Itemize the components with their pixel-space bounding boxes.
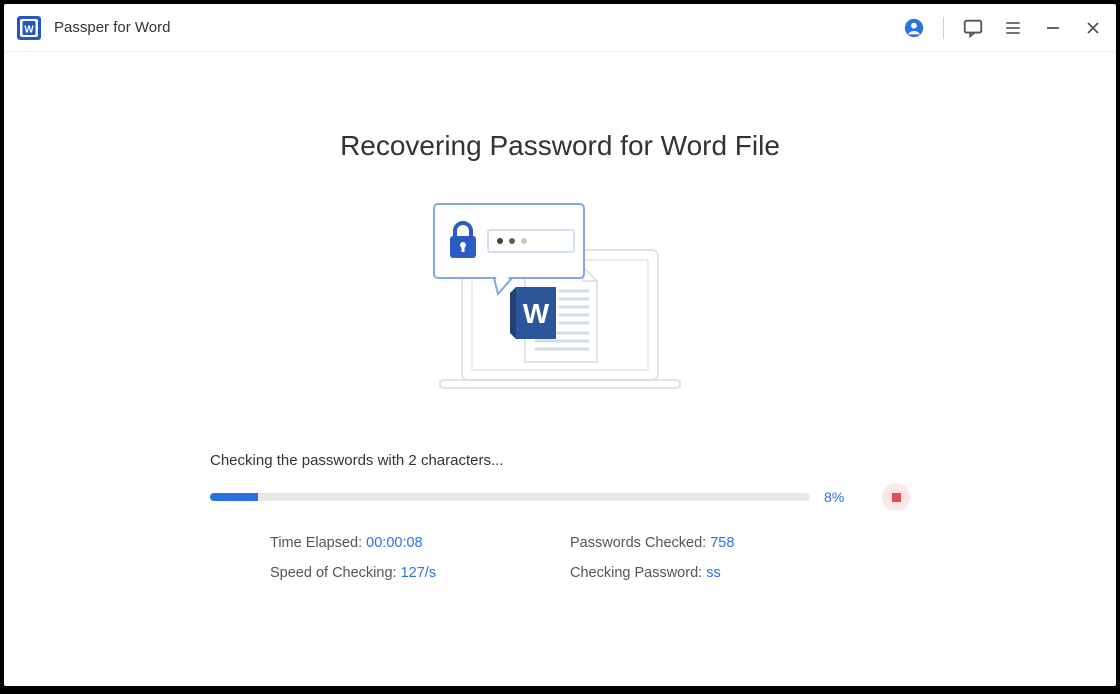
progress-fill (210, 493, 258, 501)
stat-speed: Speed of Checking: 127/s (270, 565, 570, 581)
titlebar-left: W Passper for Word (16, 15, 170, 41)
stat-time-elapsed: Time Elapsed: 00:00:08 (270, 535, 570, 551)
minimize-button[interactable] (1042, 17, 1064, 39)
current-password-value: ss (706, 565, 721, 581)
progress-row: 8% (210, 483, 910, 511)
titlebar-divider (943, 17, 944, 39)
titlebar-right (903, 17, 1104, 39)
page-title: Recovering Password for Word File (340, 130, 780, 162)
progress-bar (210, 493, 810, 501)
app-window: W Passper for Word (4, 4, 1116, 686)
stop-button[interactable] (882, 483, 910, 511)
time-elapsed-label: Time Elapsed: (270, 535, 366, 551)
account-icon[interactable] (903, 17, 925, 39)
current-password-label: Checking Password: (570, 565, 706, 581)
titlebar: W Passper for Word (4, 4, 1116, 52)
stop-icon (892, 493, 901, 502)
status-text: Checking the passwords with 2 characters… (210, 452, 910, 469)
app-logo-icon: W (16, 15, 42, 41)
time-elapsed-value: 00:00:08 (366, 535, 422, 551)
stat-current-password: Checking Password: ss (570, 565, 870, 581)
passwords-checked-value: 758 (710, 535, 734, 551)
speed-label: Speed of Checking: (270, 565, 401, 581)
progress-percent: 8% (824, 489, 854, 505)
speed-value: 127/s (401, 565, 436, 581)
recovery-illustration: W (410, 202, 710, 402)
close-button[interactable] (1082, 17, 1104, 39)
svg-text:W: W (523, 298, 550, 329)
app-title: Passper for Word (54, 19, 170, 36)
feedback-icon[interactable] (962, 17, 984, 39)
stat-passwords-checked: Passwords Checked: 758 (570, 535, 870, 551)
progress-section: Checking the passwords with 2 characters… (210, 452, 910, 581)
hamburger-menu-icon[interactable] (1002, 17, 1024, 39)
stats-grid: Time Elapsed: 00:00:08 Passwords Checked… (210, 535, 910, 581)
svg-text:W: W (24, 24, 34, 35)
main-content: Recovering Password for Word File (4, 52, 1116, 686)
passwords-checked-label: Passwords Checked: (570, 535, 710, 551)
